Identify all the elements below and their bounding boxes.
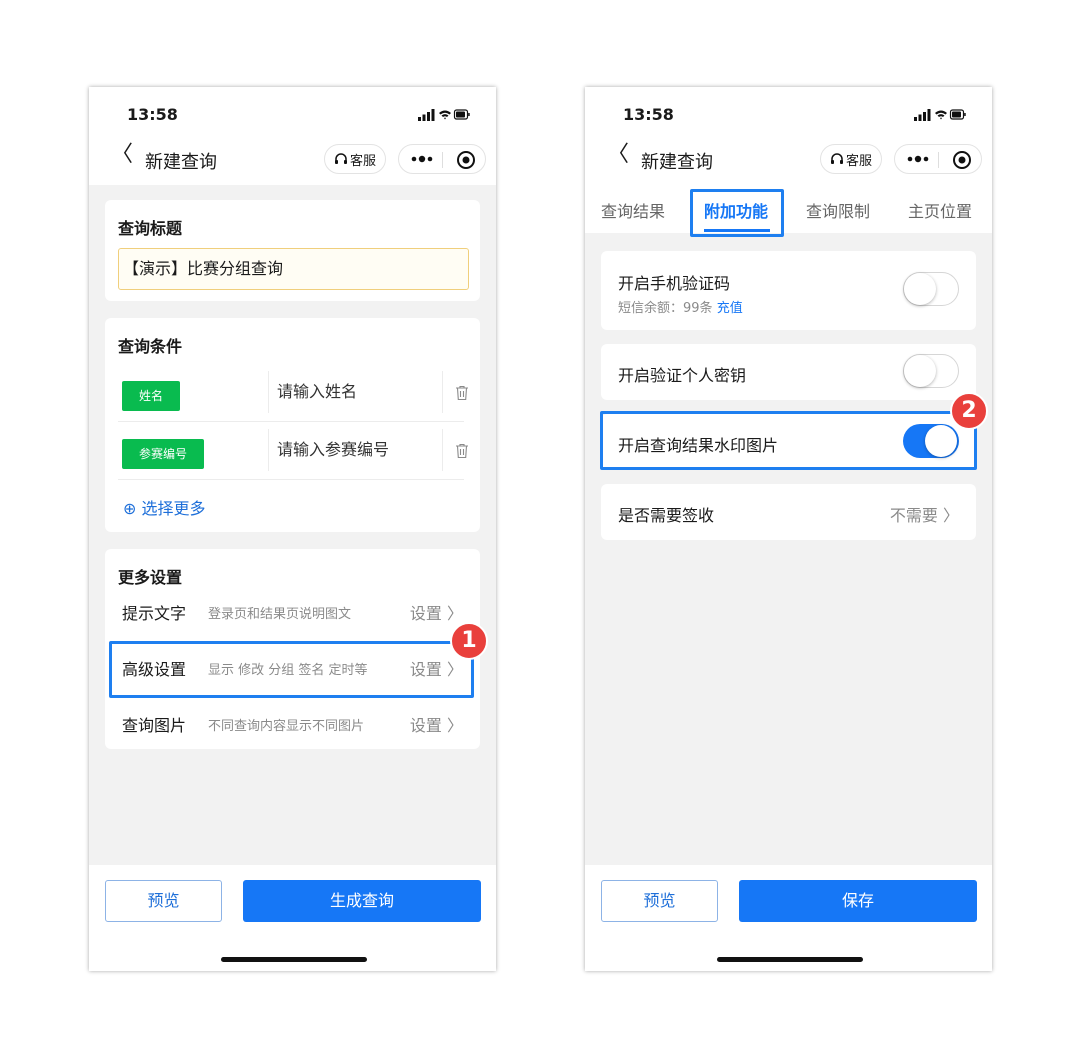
personal-key-card: 开启验证个人密钥 (601, 344, 976, 400)
sms-verification-label: 开启手机验证码 (618, 274, 731, 293)
customer-service-button[interactable]: 客服 (820, 144, 882, 174)
close-target-icon[interactable] (952, 150, 972, 170)
top-bar: 13:58 〈 新建查询 客服 (89, 87, 496, 185)
back-icon[interactable]: 〈 (111, 144, 133, 166)
page-title: 新建查询 (641, 152, 713, 173)
sms-verification-card: 开启手机验证码 短信余额：99条 充值 (601, 251, 976, 330)
status-time: 13:58 (127, 105, 178, 124)
condition-row: 姓名 请输入姓名 (118, 369, 468, 422)
battery-icon (453, 109, 470, 120)
settings-row-action[interactable]: 设置 〉 (410, 712, 463, 736)
signal-icon (914, 109, 931, 121)
home-indicator (221, 957, 367, 962)
query-conditions-card: 查询条件 姓名 请输入姓名 参赛编号 请输入参赛编号 ⊕ 选择更多 (105, 318, 480, 532)
generate-query-button[interactable]: 生成查询 (243, 880, 481, 922)
status-icons (914, 107, 966, 126)
phone-screen-right: 13:58 〈 新建查询 客服 查询结果 附加功能 查询限制 主页位置 开启手机… (585, 87, 992, 971)
sms-balance-text: 短信余额：99条 (618, 301, 713, 316)
recharge-link[interactable]: 充值 (717, 301, 743, 316)
sms-verification-toggle[interactable] (903, 272, 959, 306)
tab-home-position[interactable]: 主页位置 (908, 198, 972, 222)
settings-row-query-image[interactable]: 查询图片 不同查询内容显示不同图片 设置 〉 (105, 699, 480, 751)
mini-program-capsule (398, 144, 486, 174)
step-badge-1: 1 (450, 622, 488, 660)
more-settings-heading: 更多设置 (118, 568, 183, 587)
condition-tag: 姓名 (122, 381, 181, 411)
save-button[interactable]: 保存 (739, 880, 977, 922)
settings-row-desc: 登录页和结果页说明图文 (208, 607, 352, 622)
signal-icon (418, 109, 435, 121)
battery-icon (949, 109, 966, 120)
condition-input[interactable]: 请输入姓名 (268, 371, 443, 413)
preview-button[interactable]: 预览 (601, 880, 718, 922)
headset-icon (830, 153, 843, 164)
capsule-divider (442, 152, 443, 168)
close-target-icon[interactable] (456, 150, 476, 170)
tab-query-result[interactable]: 查询结果 (601, 198, 665, 222)
status-time: 13:58 (623, 105, 674, 124)
condition-tag: 参赛编号 (122, 439, 205, 469)
back-icon[interactable]: 〈 (607, 144, 629, 166)
top-bar: 13:58 〈 新建查询 客服 (585, 87, 992, 185)
query-title-input[interactable]: 【演示】比赛分组查询 (118, 248, 469, 290)
capsule-divider (938, 152, 939, 168)
condition-input[interactable]: 请输入参赛编号 (268, 429, 443, 471)
watermark-highlight (600, 411, 977, 470)
page-title: 新建查询 (145, 152, 217, 173)
settings-row-hint-text[interactable]: 提示文字 登录页和结果页说明图文 设置 〉 (105, 587, 480, 639)
customer-service-button[interactable]: 客服 (324, 144, 386, 174)
sign-receipt-card: 是否需要签收 不需要 〉 (601, 484, 976, 540)
more-icon[interactable] (905, 151, 931, 167)
tab-query-limits[interactable]: 查询限制 (806, 198, 870, 222)
wifi-icon (439, 110, 451, 120)
mini-program-capsule (894, 144, 982, 174)
personal-key-toggle[interactable] (903, 354, 959, 388)
home-indicator (717, 957, 863, 962)
tab-bar: 查询结果 附加功能 查询限制 主页位置 (585, 185, 992, 233)
settings-row-label: 查询图片 (122, 716, 187, 735)
more-icon[interactable] (409, 151, 435, 167)
select-more-link[interactable]: ⊕ 选择更多 (123, 495, 206, 519)
customer-service-label: 客服 (845, 153, 872, 169)
preview-button[interactable]: 预览 (105, 880, 222, 922)
sign-receipt-label: 是否需要签收 (618, 506, 715, 525)
condition-row: 参赛编号 请输入参赛编号 (118, 427, 468, 480)
step-badge-2: 2 (950, 392, 988, 430)
toggle-knob (904, 355, 936, 387)
settings-row-action[interactable]: 设置 〉 (410, 600, 463, 624)
settings-row-desc: 不同查询内容显示不同图片 (208, 719, 365, 734)
bottom-bar: 预览 保存 (585, 865, 992, 971)
settings-row-label: 提示文字 (122, 604, 187, 623)
advanced-settings-highlight (109, 641, 474, 698)
toggle-knob (904, 273, 936, 305)
sign-receipt-value[interactable]: 不需要 〉 (890, 502, 959, 526)
query-title-card: 查询标题 【演示】比赛分组查询 (105, 200, 480, 301)
query-title-heading: 查询标题 (118, 219, 183, 238)
active-tab-highlight (690, 189, 784, 237)
status-icons (418, 107, 470, 126)
query-conditions-heading: 查询条件 (118, 337, 183, 356)
trash-icon[interactable] (455, 385, 469, 401)
headset-icon (334, 153, 347, 164)
trash-icon[interactable] (455, 443, 469, 459)
wifi-icon (935, 110, 947, 120)
phone-screen-left: 13:58 〈 新建查询 客服 查询标题 【演示】比赛分组查询 查询条件 姓名 … (89, 87, 496, 971)
personal-key-label: 开启验证个人密钥 (618, 366, 747, 385)
bottom-bar: 预览 生成查询 (89, 865, 496, 971)
customer-service-label: 客服 (349, 153, 376, 169)
sms-balance: 短信余额：99条 充值 (618, 297, 743, 316)
